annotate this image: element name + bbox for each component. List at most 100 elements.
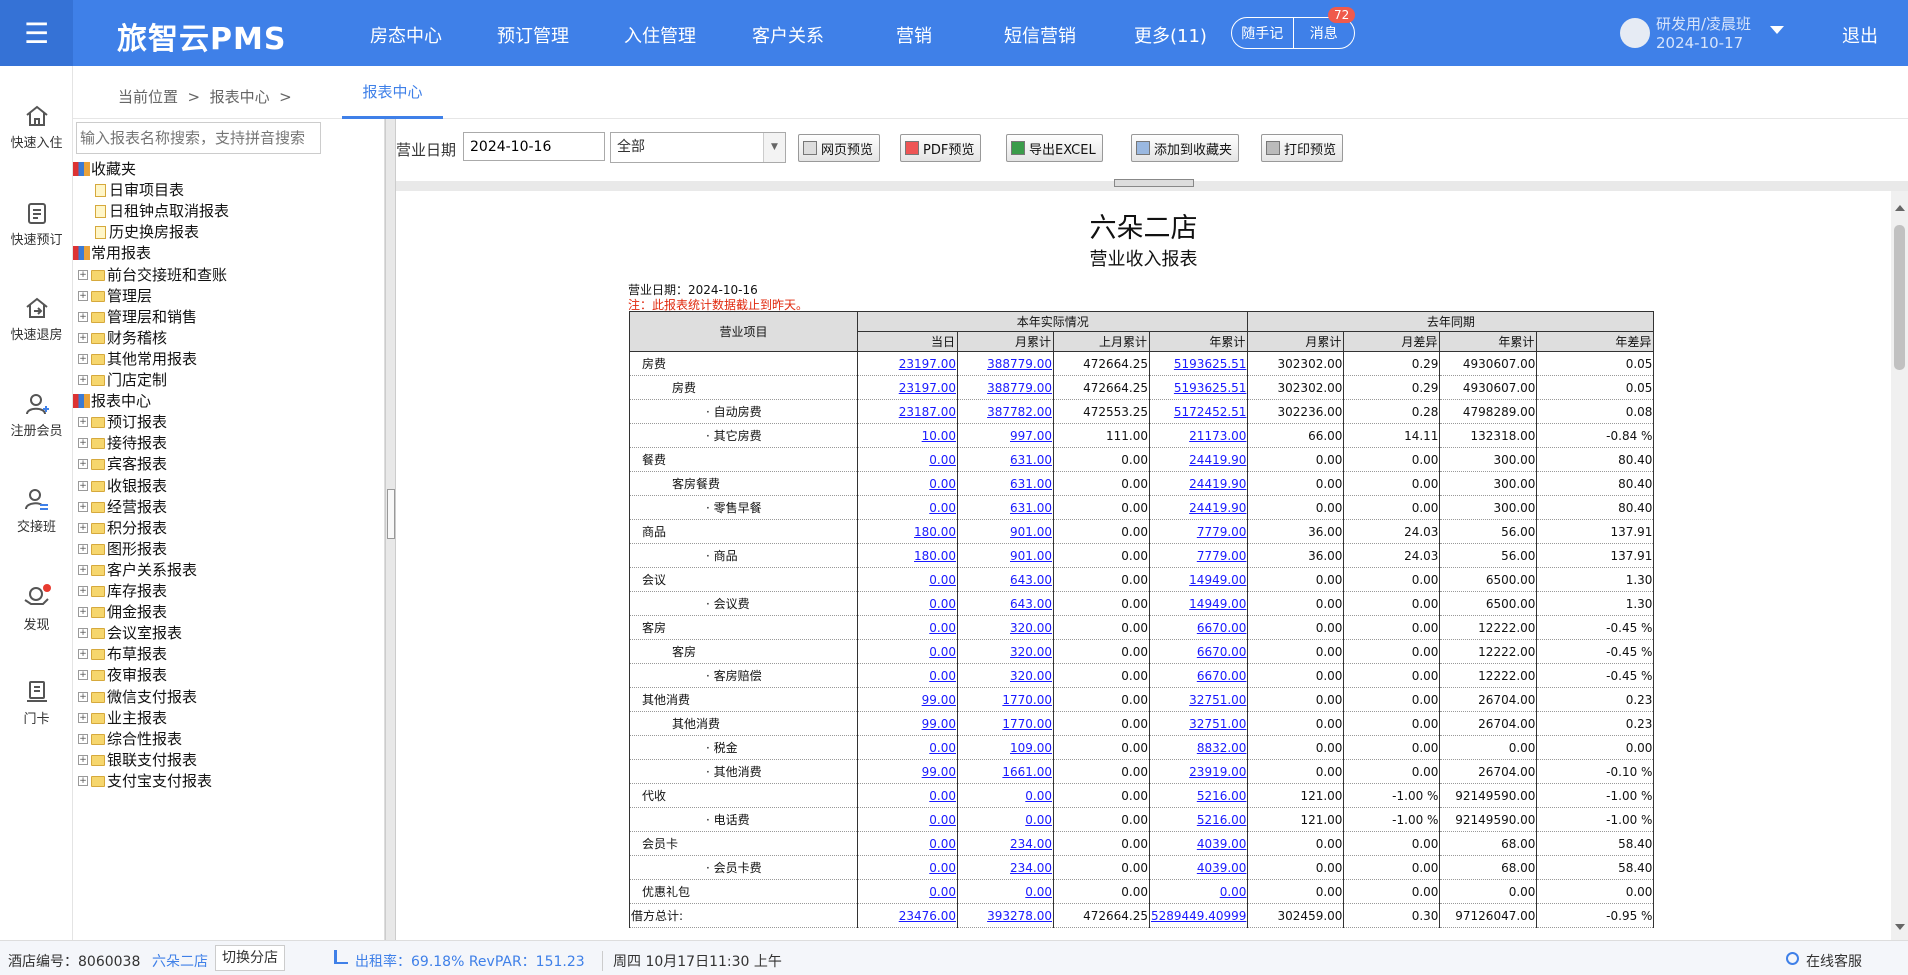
switch-branch-button[interactable]: 切换分店 [215,945,285,971]
value-link[interactable]: 901.00 [1010,549,1052,563]
value-link[interactable]: 6670.00 [1197,645,1247,659]
expand-icon[interactable]: + [78,459,88,469]
collapse-toolbar-handle[interactable] [1114,179,1194,187]
value-link[interactable]: 0.00 [1220,885,1247,899]
value-link[interactable]: 0.00 [1025,885,1052,899]
expand-icon[interactable]: + [78,586,88,596]
value-link[interactable]: 5216.00 [1197,813,1247,827]
expand-icon[interactable]: + [78,755,88,765]
value-link[interactable]: 0.00 [929,453,956,467]
tree-item[interactable]: + 图形报表 [78,539,167,559]
scroll-up-icon[interactable] [1895,205,1905,211]
value-link[interactable]: 320.00 [1010,669,1052,683]
quick-booking-button[interactable]: 快速预订 [0,201,73,248]
value-link[interactable]: 0.00 [929,621,956,635]
business-date-input[interactable] [463,132,605,161]
print-preview-button[interactable]: 打印预览 [1261,134,1344,162]
tree-group[interactable]: 收藏夹 [73,159,136,179]
tree-group[interactable]: 报表中心 [73,391,151,411]
expand-icon[interactable]: + [78,670,88,680]
expand-icon[interactable]: + [78,291,88,301]
expand-icon[interactable]: + [78,333,88,343]
memo-button[interactable]: 随手记 [1232,18,1294,48]
expand-icon[interactable]: + [78,565,88,575]
value-link[interactable]: 99.00 [922,717,956,731]
tree-item[interactable]: + 银联支付报表 [78,750,197,770]
tree-item[interactable]: + 财务稽核 [78,328,167,348]
value-link[interactable]: 0.00 [1025,789,1052,803]
register-member-button[interactable]: 注册会员 [0,392,73,439]
expand-icon[interactable]: + [78,375,88,385]
expand-icon[interactable]: + [78,354,88,364]
tree-item[interactable]: 历史换房报表 [95,222,199,242]
online-service-button[interactable]: 在线客服 [1806,951,1862,971]
occupancy-stats[interactable]: 出租率：69.18% RevPAR：151.23 [355,951,585,971]
value-link[interactable]: 1661.00 [1002,765,1052,779]
expand-icon[interactable]: + [78,502,88,512]
value-link[interactable]: 23187.00 [899,405,956,419]
tree-item[interactable]: + 管理层 [78,286,152,306]
expand-icon[interactable]: + [78,628,88,638]
value-link[interactable]: 0.00 [929,741,956,755]
expand-icon[interactable]: + [78,523,88,533]
expand-icon[interactable]: + [78,438,88,448]
value-link[interactable]: 5193625.51 [1174,357,1247,371]
value-link[interactable]: 5172452.51 [1174,405,1247,419]
value-link[interactable]: 4039.00 [1197,861,1247,875]
value-link[interactable]: 0.00 [929,669,956,683]
value-link[interactable]: 5289449.40999 [1151,909,1246,923]
value-link[interactable]: 0.00 [929,789,956,803]
value-link[interactable]: 0.00 [929,477,956,491]
avatar[interactable] [1620,18,1650,48]
expand-icon[interactable]: + [78,713,88,723]
value-link[interactable]: 8832.00 [1197,741,1247,755]
tree-item[interactable]: + 支付宝支付报表 [78,771,212,791]
value-link[interactable]: 5216.00 [1197,789,1247,803]
pdf-preview-button[interactable]: PDF预览 [900,134,982,162]
value-link[interactable]: 631.00 [1010,477,1052,491]
user-info[interactable]: 研发用/凌晨班 2024-10-17 [1656,15,1751,53]
tree-item[interactable]: + 其他常用报表 [78,349,197,369]
value-link[interactable]: 23197.00 [899,381,956,395]
shift-handover-button[interactable]: 交接班 [0,488,73,535]
value-link[interactable]: 0.00 [1025,813,1052,827]
tree-item[interactable]: + 夜审报表 [78,665,167,685]
tree-item[interactable]: + 客户关系报表 [78,560,197,580]
tree-item[interactable]: + 积分报表 [78,518,167,538]
logout-button[interactable]: 退出 [1842,22,1878,48]
scroll-down-icon[interactable] [1895,924,1905,930]
value-link[interactable]: 4039.00 [1197,837,1247,851]
value-link[interactable]: 23919.00 [1189,765,1246,779]
value-link[interactable]: 0.00 [929,501,956,515]
value-link[interactable]: 24419.90 [1189,453,1246,467]
value-link[interactable]: 7779.00 [1197,525,1247,539]
value-link[interactable]: 320.00 [1010,645,1052,659]
value-link[interactable]: 180.00 [914,525,956,539]
value-link[interactable]: 23476.00 [899,909,956,923]
value-link[interactable]: 393278.00 [987,909,1052,923]
add-favorite-button[interactable]: 添加到收藏夹 [1131,134,1240,162]
tree-item[interactable]: 日审项目表 [95,180,184,200]
value-link[interactable]: 388779.00 [987,357,1052,371]
expand-icon[interactable]: + [78,734,88,744]
chevron-down-icon[interactable] [1770,26,1784,34]
value-link[interactable]: 901.00 [1010,525,1052,539]
value-link[interactable]: 24419.90 [1189,501,1246,515]
tree-item[interactable]: + 布草报表 [78,644,167,664]
value-link[interactable]: 997.00 [1010,429,1052,443]
tree-item[interactable]: + 门店定制 [78,370,167,390]
tree-item[interactable]: + 宾客报表 [78,454,167,474]
export-excel-button[interactable]: 导出EXCEL [1006,134,1103,162]
value-link[interactable]: 631.00 [1010,501,1052,515]
discover-button[interactable]: 发现 [0,584,73,633]
nav-checkin[interactable]: 入住管理 [624,22,696,48]
value-link[interactable]: 0.00 [929,597,956,611]
nav-room-status[interactable]: 房态中心 [370,22,442,48]
value-link[interactable]: 0.00 [929,837,956,851]
value-link[interactable]: 14949.00 [1189,597,1246,611]
value-link[interactable]: 387782.00 [987,405,1052,419]
tree-item[interactable]: + 佣金报表 [78,602,167,622]
quick-checkin-button[interactable]: 快速入住 [0,104,73,151]
tree-item[interactable]: + 微信支付报表 [78,687,197,707]
value-link[interactable]: 0.00 [929,573,956,587]
